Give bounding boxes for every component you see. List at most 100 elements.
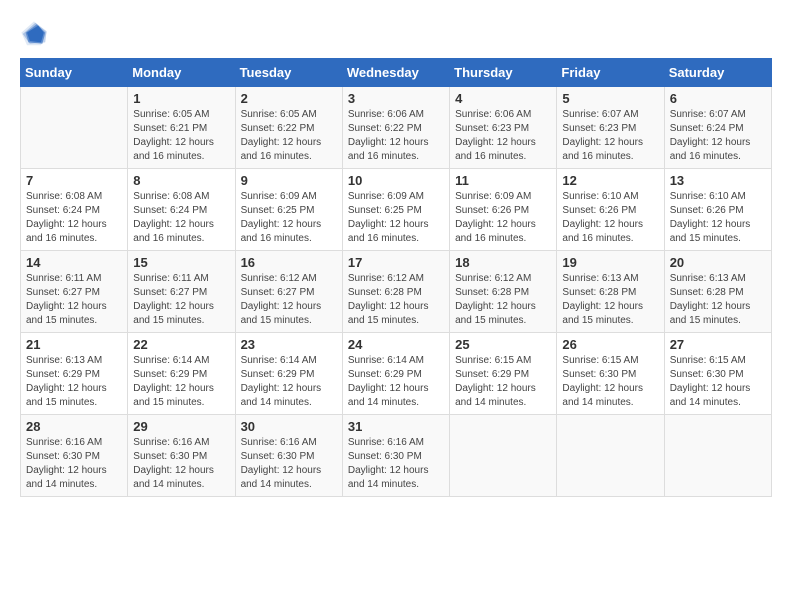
day-info: Sunrise: 6:13 AM Sunset: 6:29 PM Dayligh…: [26, 354, 122, 410]
calendar-cell: 12 Sunrise: 6:10 AM Sunset: 6:26 PM Dayli…: [557, 169, 664, 251]
day-number: 18: [455, 255, 551, 270]
week-row-3: 14 Sunrise: 6:11 AM Sunset: 6:27 PM Dayli…: [21, 251, 772, 333]
calendar-cell: 30 Sunrise: 6:16 AM Sunset: 6:30 PM Dayli…: [235, 415, 342, 497]
calendar-cell: [450, 415, 557, 497]
day-number: 22: [133, 337, 229, 352]
calendar-cell: 31 Sunrise: 6:16 AM Sunset: 6:30 PM Dayli…: [342, 415, 449, 497]
calendar-cell: 10 Sunrise: 6:09 AM Sunset: 6:25 PM Dayli…: [342, 169, 449, 251]
day-info: Sunrise: 6:09 AM Sunset: 6:26 PM Dayligh…: [455, 190, 551, 246]
calendar-cell: 9Sunrise: 6:09 AM Sunset: 6:25 PM Daylig…: [235, 169, 342, 251]
day-info: Sunrise: 6:12 AM Sunset: 6:27 PM Dayligh…: [241, 272, 337, 328]
weekday-header-wednesday: Wednesday: [342, 59, 449, 87]
day-info: Sunrise: 6:12 AM Sunset: 6:28 PM Dayligh…: [348, 272, 444, 328]
calendar-cell: 14 Sunrise: 6:11 AM Sunset: 6:27 PM Dayli…: [21, 251, 128, 333]
day-number: 21: [26, 337, 122, 352]
day-number: 11: [455, 173, 551, 188]
weekday-header-saturday: Saturday: [664, 59, 771, 87]
day-number: 4: [455, 91, 551, 106]
day-info: Sunrise: 6:15 AM Sunset: 6:30 PM Dayligh…: [562, 354, 658, 410]
day-number: 15: [133, 255, 229, 270]
day-number: 7: [26, 173, 122, 188]
weekday-header-thursday: Thursday: [450, 59, 557, 87]
day-number: 6: [670, 91, 766, 106]
calendar-cell: 2 Sunrise: 6:05 AM Sunset: 6:22 PM Daylig…: [235, 87, 342, 169]
weekday-header-sunday: Sunday: [21, 59, 128, 87]
calendar-cell: 25 Sunrise: 6:15 AM Sunset: 6:29 PM Dayli…: [450, 333, 557, 415]
day-number: 27: [670, 337, 766, 352]
day-number: 28: [26, 419, 122, 434]
logo: [20, 20, 52, 48]
day-info: Sunrise: 6:06 AM Sunset: 6:22 PM Dayligh…: [348, 108, 444, 164]
calendar-cell: 23 Sunrise: 6:14 AM Sunset: 6:29 PM Dayli…: [235, 333, 342, 415]
day-info: Sunrise: 6:07 AM Sunset: 6:24 PM Dayligh…: [670, 108, 766, 164]
day-number: 19: [562, 255, 658, 270]
calendar-cell: 11 Sunrise: 6:09 AM Sunset: 6:26 PM Dayli…: [450, 169, 557, 251]
calendar-cell: 4 Sunrise: 6:06 AM Sunset: 6:23 PM Daylig…: [450, 87, 557, 169]
calendar-cell: 16Sunrise: 6:12 AM Sunset: 6:27 PM Dayli…: [235, 251, 342, 333]
day-info: Sunrise: 6:15 AM Sunset: 6:30 PM Dayligh…: [670, 354, 766, 410]
day-number: 29: [133, 419, 229, 434]
day-number: 2: [241, 91, 337, 106]
calendar-cell: [21, 87, 128, 169]
calendar-cell: 6 Sunrise: 6:07 AM Sunset: 6:24 PM Daylig…: [664, 87, 771, 169]
day-info: Sunrise: 6:14 AM Sunset: 6:29 PM Dayligh…: [241, 354, 337, 410]
weekday-header-friday: Friday: [557, 59, 664, 87]
calendar-cell: 15Sunrise: 6:11 AM Sunset: 6:27 PM Dayli…: [128, 251, 235, 333]
day-info: Sunrise: 6:13 AM Sunset: 6:28 PM Dayligh…: [670, 272, 766, 328]
day-info: Sunrise: 6:11 AM Sunset: 6:27 PM Dayligh…: [26, 272, 122, 328]
week-row-2: 7 Sunrise: 6:08 AM Sunset: 6:24 PM Daylig…: [21, 169, 772, 251]
day-info: Sunrise: 6:12 AM Sunset: 6:28 PM Dayligh…: [455, 272, 551, 328]
day-info: Sunrise: 6:09 AM Sunset: 6:25 PM Dayligh…: [241, 190, 337, 246]
day-number: 3: [348, 91, 444, 106]
calendar-cell: 13 Sunrise: 6:10 AM Sunset: 6:26 PM Dayli…: [664, 169, 771, 251]
calendar-cell: 27 Sunrise: 6:15 AM Sunset: 6:30 PM Dayli…: [664, 333, 771, 415]
day-info: Sunrise: 6:05 AM Sunset: 6:21 PM Dayligh…: [133, 108, 229, 164]
day-number: 17: [348, 255, 444, 270]
day-info: Sunrise: 6:16 AM Sunset: 6:30 PM Dayligh…: [241, 436, 337, 492]
day-info: Sunrise: 6:05 AM Sunset: 6:22 PM Dayligh…: [241, 108, 337, 164]
day-number: 25: [455, 337, 551, 352]
day-info: Sunrise: 6:15 AM Sunset: 6:29 PM Dayligh…: [455, 354, 551, 410]
day-number: 23: [241, 337, 337, 352]
week-row-5: 28 Sunrise: 6:16 AM Sunset: 6:30 PM Dayli…: [21, 415, 772, 497]
day-info: Sunrise: 6:10 AM Sunset: 6:26 PM Dayligh…: [562, 190, 658, 246]
calendar-cell: [557, 415, 664, 497]
calendar-cell: 5 Sunrise: 6:07 AM Sunset: 6:23 PM Daylig…: [557, 87, 664, 169]
day-number: 5: [562, 91, 658, 106]
day-number: 13: [670, 173, 766, 188]
day-number: 14: [26, 255, 122, 270]
day-number: 30: [241, 419, 337, 434]
day-info: Sunrise: 6:09 AM Sunset: 6:25 PM Dayligh…: [348, 190, 444, 246]
calendar-cell: 20 Sunrise: 6:13 AM Sunset: 6:28 PM Dayli…: [664, 251, 771, 333]
weekday-header-monday: Monday: [128, 59, 235, 87]
week-row-4: 21 Sunrise: 6:13 AM Sunset: 6:29 PM Dayli…: [21, 333, 772, 415]
day-number: 12: [562, 173, 658, 188]
day-number: 24: [348, 337, 444, 352]
calendar-cell: 8 Sunrise: 6:08 AM Sunset: 6:24 PM Daylig…: [128, 169, 235, 251]
calendar-cell: 26 Sunrise: 6:15 AM Sunset: 6:30 PM Dayli…: [557, 333, 664, 415]
week-row-1: 1 Sunrise: 6:05 AM Sunset: 6:21 PM Daylig…: [21, 87, 772, 169]
day-number: 26: [562, 337, 658, 352]
calendar-cell: 18 Sunrise: 6:12 AM Sunset: 6:28 PM Dayli…: [450, 251, 557, 333]
day-info: Sunrise: 6:16 AM Sunset: 6:30 PM Dayligh…: [348, 436, 444, 492]
calendar-cell: 22Sunrise: 6:14 AM Sunset: 6:29 PM Dayli…: [128, 333, 235, 415]
day-number: 20: [670, 255, 766, 270]
calendar-cell: 19Sunrise: 6:13 AM Sunset: 6:28 PM Dayli…: [557, 251, 664, 333]
day-number: 8: [133, 173, 229, 188]
day-info: Sunrise: 6:10 AM Sunset: 6:26 PM Dayligh…: [670, 190, 766, 246]
day-number: 31: [348, 419, 444, 434]
weekday-header-tuesday: Tuesday: [235, 59, 342, 87]
calendar-cell: [664, 415, 771, 497]
calendar-cell: 3 Sunrise: 6:06 AM Sunset: 6:22 PM Daylig…: [342, 87, 449, 169]
calendar-cell: 17 Sunrise: 6:12 AM Sunset: 6:28 PM Dayli…: [342, 251, 449, 333]
page-header: [20, 20, 772, 48]
day-info: Sunrise: 6:08 AM Sunset: 6:24 PM Dayligh…: [26, 190, 122, 246]
day-info: Sunrise: 6:07 AM Sunset: 6:23 PM Dayligh…: [562, 108, 658, 164]
calendar-cell: 1 Sunrise: 6:05 AM Sunset: 6:21 PM Daylig…: [128, 87, 235, 169]
day-info: Sunrise: 6:06 AM Sunset: 6:23 PM Dayligh…: [455, 108, 551, 164]
calendar-cell: 7 Sunrise: 6:08 AM Sunset: 6:24 PM Daylig…: [21, 169, 128, 251]
day-number: 1: [133, 91, 229, 106]
day-number: 10: [348, 173, 444, 188]
day-info: Sunrise: 6:08 AM Sunset: 6:24 PM Dayligh…: [133, 190, 229, 246]
calendar-table: SundayMondayTuesdayWednesdayThursdayFrid…: [20, 58, 772, 497]
